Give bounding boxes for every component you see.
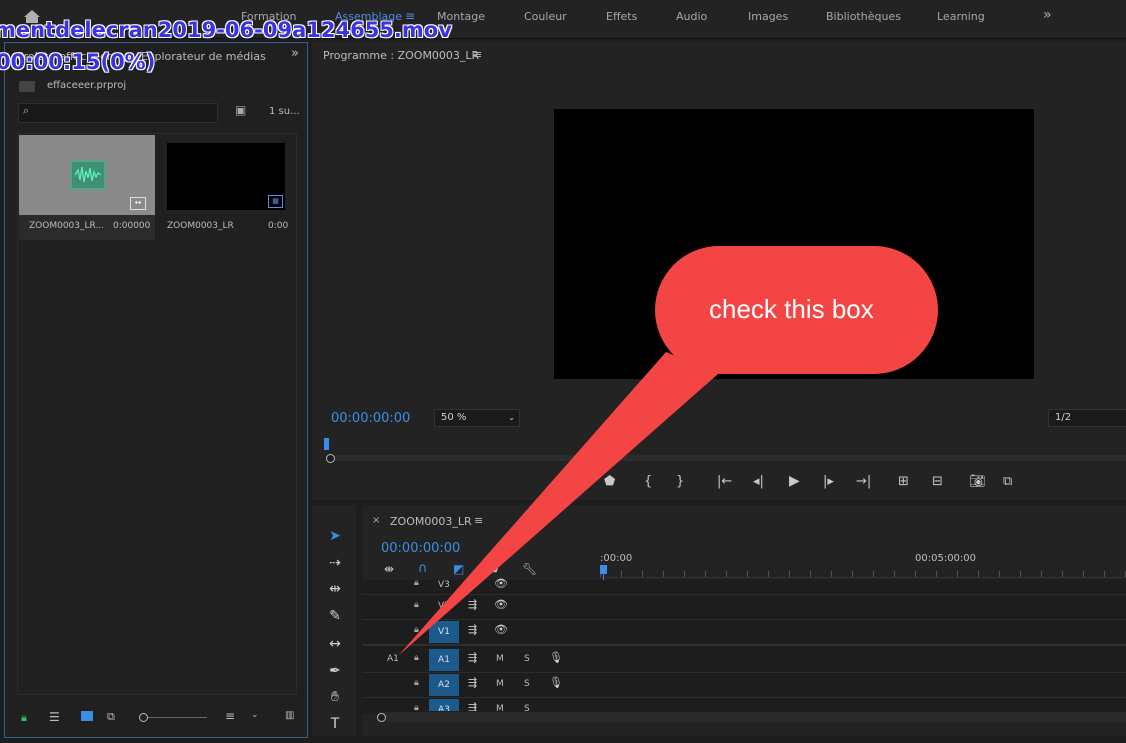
callout-bubble: [398, 246, 938, 656]
callout-text: check this box: [709, 294, 874, 324]
